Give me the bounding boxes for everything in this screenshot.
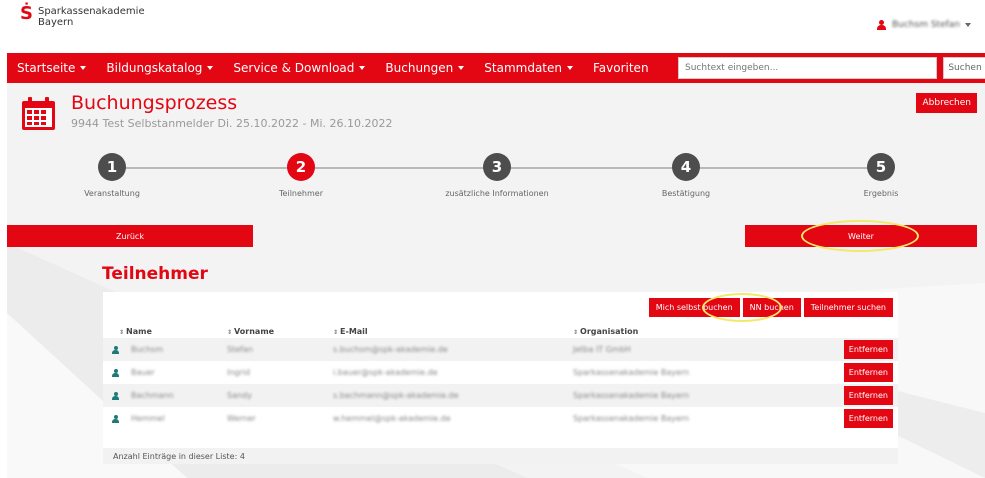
column-header-name[interactable]: ⇕ Name (119, 327, 152, 336)
highlight-annotation (801, 220, 919, 252)
cancel-button[interactable]: Abbrechen (916, 93, 977, 113)
highlight-annotation (702, 293, 782, 322)
step-1[interactable]: 1 Veranstaltung (52, 153, 172, 198)
step-number: 3 (483, 153, 511, 181)
sparkasse-logo-icon: Ṡ (20, 3, 33, 24)
step-number: 5 (867, 153, 895, 181)
nav-startseite[interactable]: Startseite (7, 53, 96, 83)
remove-button[interactable]: Entfernen (843, 409, 893, 428)
cell-vorname: Stefan (227, 345, 253, 354)
user-name: Buchsm Stefan (891, 20, 960, 30)
cell-organisation: Sparkassenakademie Bayern (573, 391, 690, 400)
step-number: 2 (287, 153, 315, 181)
cell-vorname: Sandy (227, 391, 252, 400)
user-menu[interactable]: Buchsm Stefan (876, 20, 971, 30)
person-icon (112, 346, 119, 354)
section-title: Teilnehmer (102, 264, 208, 284)
nav-buchungen[interactable]: Buchungen (375, 53, 474, 83)
person-icon (112, 392, 119, 400)
nav-bildungskatalog[interactable]: Bildungskatalog (96, 53, 223, 83)
top-header: Ṡ Sparkassenakademie Bayern Buchsm Stefa… (0, 0, 985, 50)
step-label: Veranstaltung (84, 189, 140, 198)
chevron-down-icon (458, 66, 465, 70)
step-4[interactable]: 4 Bestätigung (626, 153, 746, 198)
nav-label: Favoriten (592, 61, 649, 75)
brand-logo[interactable]: Ṡ Sparkassenakademie Bayern (20, 3, 145, 29)
chevron-down-icon (359, 66, 366, 70)
column-label: Name (126, 326, 152, 336)
remove-button[interactable]: Entfernen (843, 386, 893, 405)
search-bar: Suchen (678, 57, 985, 79)
nav-label: Stammdaten (484, 61, 562, 75)
table-header: ⇕ Name ⇕ Vorname ⇕ E-Mail ⇕ Organisation (103, 324, 898, 338)
step-label: zusätzliche Informationen (445, 189, 549, 198)
cell-vorname: Werner (227, 414, 256, 423)
search-button[interactable]: Suchen (943, 57, 985, 79)
participants-table: Mich selbst buchen NN buchen Teilnehmer … (103, 292, 898, 464)
brand-name-line1: Sparkassenakademie (37, 6, 145, 17)
page-subtitle: 9944 Test Selbstanmelder Di. 25.10.2022 … (71, 117, 393, 130)
cell-email: i.bauer@spk-akademie.de (333, 368, 438, 377)
remove-button[interactable]: Entfernen (843, 363, 893, 382)
step-5[interactable]: 5 Ergebnis (821, 153, 941, 198)
nav-label: Startseite (17, 61, 76, 75)
sort-icon: ⇕ (119, 328, 125, 336)
cell-email: w.hemmel@spk-akademie.de (333, 414, 451, 423)
main-navbar: Startseite Bildungskatalog Service & Dow… (7, 53, 985, 83)
column-header-email[interactable]: ⇕ E-Mail (333, 327, 368, 336)
nav-label: Bildungskatalog (106, 61, 203, 75)
step-label: Teilnehmer (279, 189, 323, 198)
sort-icon: ⇕ (573, 328, 579, 336)
chevron-down-icon (965, 23, 971, 27)
cell-vorname: Ingrid (227, 368, 251, 377)
brand-name: Sparkassenakademie Bayern (38, 6, 145, 28)
step-3[interactable]: 3 zusätzliche Informationen (437, 153, 557, 198)
step-label: Ergebnis (863, 189, 899, 198)
column-header-organisation[interactable]: ⇕ Organisation (573, 327, 638, 336)
cell-name: Bauer (131, 368, 155, 377)
step-number: 4 (672, 153, 700, 181)
cell-name: Buchsm (131, 345, 163, 354)
cell-email: s.buchsm@spk-akademie.de (333, 345, 448, 354)
nav-service-download[interactable]: Service & Download (223, 53, 375, 83)
cell-email: s.bachmann@spk-akademie.de (333, 391, 459, 400)
page-title: Buchungsprozess (71, 92, 238, 114)
remove-button[interactable]: Entfernen (843, 340, 893, 359)
table-row: Bachmann Sandy s.bachmann@spk-akademie.d… (103, 384, 898, 407)
search-input[interactable] (678, 57, 937, 79)
cell-name: Hemmel (131, 414, 165, 423)
cell-organisation: Sparkassenakademie Bayern (573, 414, 690, 423)
column-label: Vorname (234, 326, 275, 336)
table-row: Hemmel Werner w.hemmel@spk-akademie.de S… (103, 407, 898, 430)
person-icon (112, 369, 119, 377)
user-icon (876, 20, 886, 30)
sort-icon: ⇕ (227, 328, 233, 336)
cell-organisation: Jetba IT GmbH (573, 345, 631, 354)
search-participants-button[interactable]: Teilnehmer suchen (803, 298, 893, 317)
chevron-down-icon (566, 66, 573, 70)
chevron-down-icon (207, 66, 214, 70)
nav-label: Buchungen (385, 61, 454, 75)
column-label: Organisation (580, 326, 639, 336)
nav-label: Service & Download (233, 61, 355, 75)
step-label: Bestätigung (661, 189, 711, 198)
calendar-icon (22, 97, 55, 130)
back-button[interactable]: Zurück (7, 225, 253, 247)
sort-icon: ⇕ (333, 328, 339, 336)
cell-organisation: Sparkassenakademie Bayern (573, 368, 690, 377)
chevron-down-icon (80, 66, 87, 70)
column-header-vorname[interactable]: ⇕ Vorname (227, 327, 274, 336)
entry-count: Anzahl Einträge in dieser Liste: 4 (103, 448, 898, 464)
table-row: Buchsm Stefan s.buchsm@spk-akademie.de J… (103, 338, 898, 361)
column-label: E-Mail (340, 326, 368, 336)
nav-favoriten[interactable]: Favoriten (583, 53, 659, 83)
step-2[interactable]: 2 Teilnehmer (241, 153, 361, 198)
cell-name: Bachmann (131, 391, 174, 400)
person-icon (112, 415, 119, 423)
step-number: 1 (98, 153, 126, 181)
brand-name-line2: Bayern (37, 17, 74, 28)
nav-stammdaten[interactable]: Stammdaten (474, 53, 583, 83)
main-content: Buchungsprozess 9944 Test Selbstanmelder… (7, 83, 985, 478)
table-row: Bauer Ingrid i.bauer@spk-akademie.de Spa… (103, 361, 898, 384)
